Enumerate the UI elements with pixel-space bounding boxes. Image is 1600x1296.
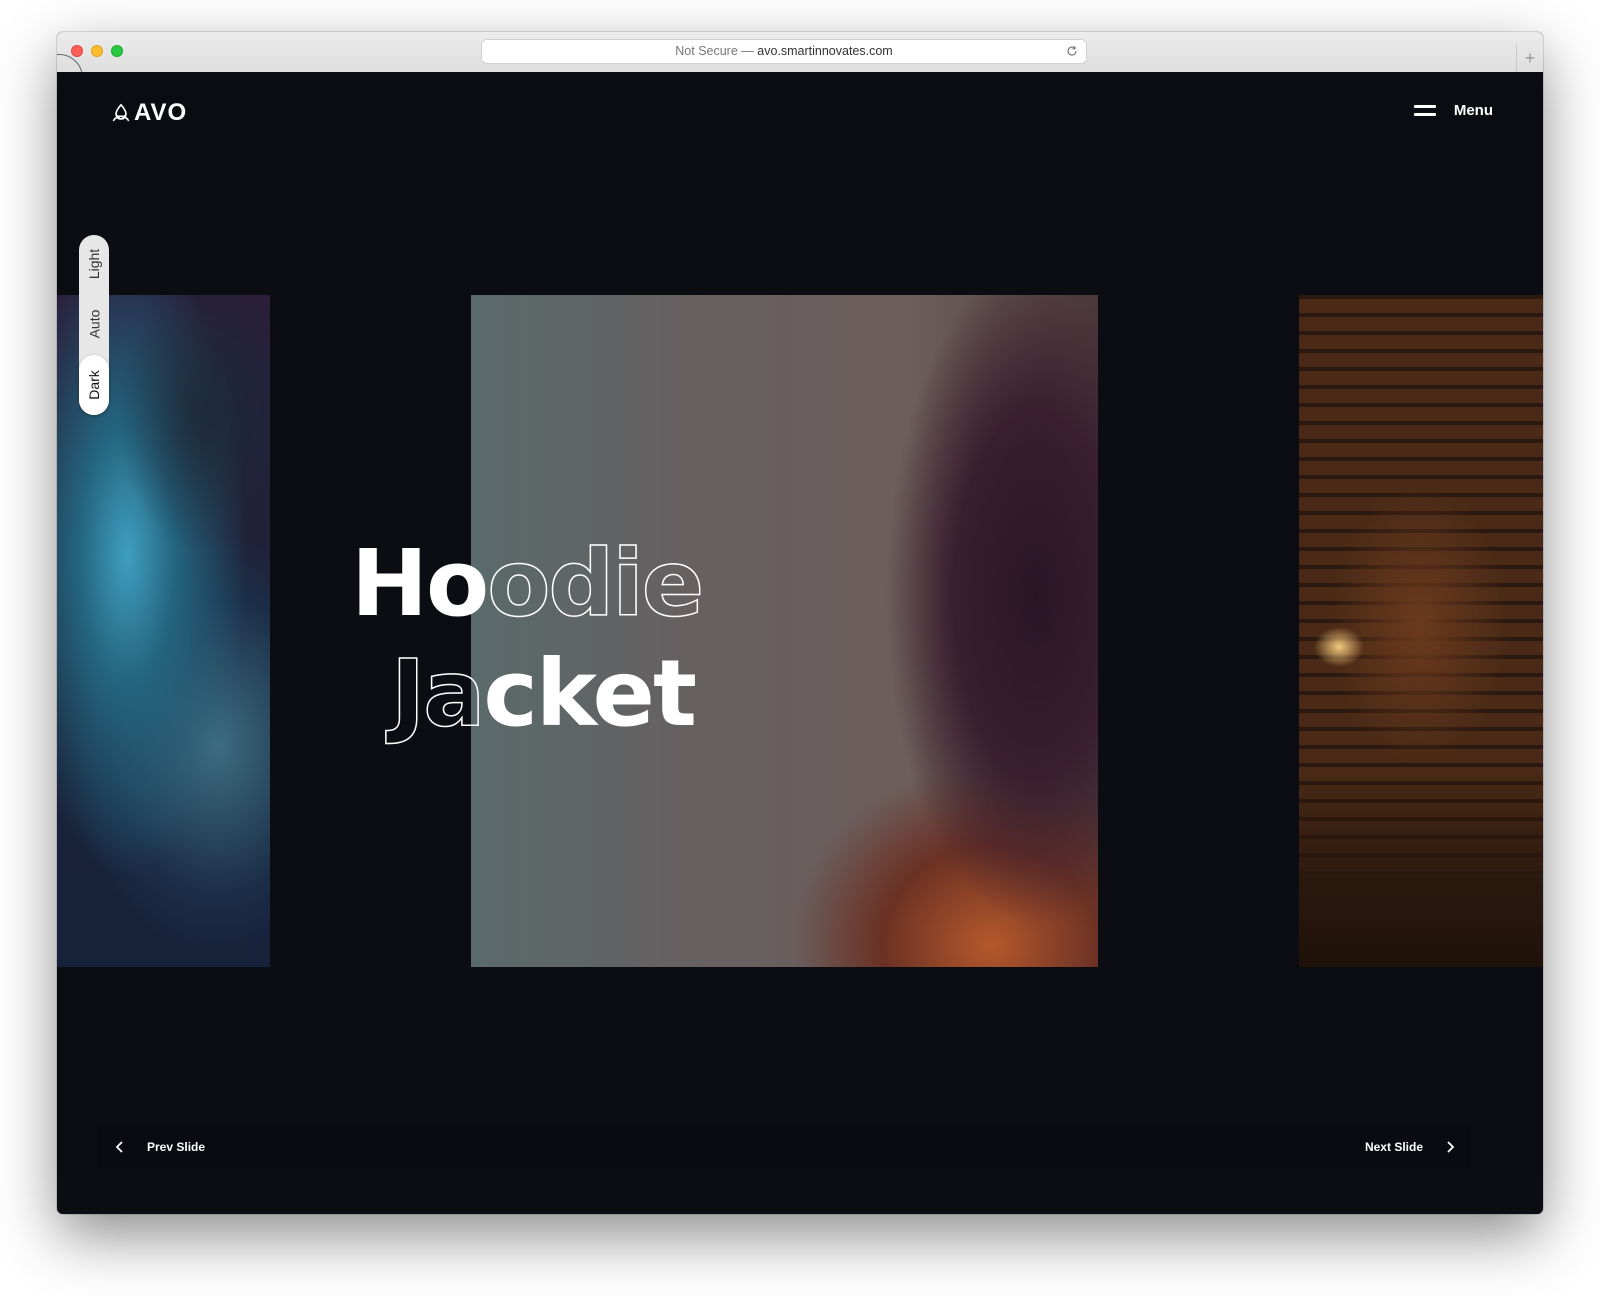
site-logo[interactable]: AVO — [110, 99, 188, 126]
theme-option-dark[interactable]: Dark — [79, 355, 109, 415]
minimize-window-button[interactable] — [91, 45, 103, 57]
next-slide-button[interactable]: Next Slide — [1365, 1140, 1455, 1154]
theme-option-light[interactable]: Light — [79, 235, 109, 293]
url-host: avo.smartinnovates.com — [757, 44, 893, 58]
triquetra-icon — [112, 103, 130, 122]
headline-solid-part: Ho — [351, 530, 489, 637]
headline-solid-part: cket — [483, 640, 697, 747]
maximize-window-button[interactable] — [111, 45, 123, 57]
headline-line-2: Jacket — [351, 639, 702, 749]
slide-headline[interactable]: Hoodie Jacket — [351, 529, 705, 749]
new-tab-button[interactable]: + — [1516, 44, 1543, 72]
chevron-right-icon — [1447, 1141, 1455, 1153]
hamburger-icon — [1413, 104, 1436, 117]
next-slide-label: Next Slide — [1364, 1140, 1423, 1154]
theme-switcher: Light Auto Dark — [79, 235, 109, 415]
menu-label: Menu — [1453, 102, 1493, 119]
slider-navigation: Prev Slide Next Slide — [97, 1124, 1471, 1170]
headline-outline-part: Ja — [390, 639, 486, 748]
security-label: Not Secure — — [675, 44, 758, 58]
menu-button[interactable]: Menu — [1413, 102, 1493, 119]
address-bar[interactable]: Not Secure — avo.smartinnovates.com — [482, 40, 1086, 63]
headline-outline-part: odie — [486, 529, 705, 638]
close-window-button[interactable] — [71, 45, 83, 57]
theme-option-auto[interactable]: Auto — [79, 295, 109, 353]
headline-line-1: Hoodie — [351, 529, 705, 639]
browser-window: Not Secure — avo.smartinnovates.com + AV… — [57, 32, 1543, 1214]
slide-library-interior[interactable] — [1299, 295, 1543, 967]
website-viewport: AVO Menu Hoodie Jacket Light Auto Dark P… — [57, 54, 1543, 1214]
prev-slide-label: Prev Slide — [147, 1140, 206, 1154]
site-header: AVO Menu — [57, 72, 1543, 152]
browser-titlebar: Not Secure — avo.smartinnovates.com + — [57, 32, 1543, 73]
logo-text: AVO — [134, 99, 188, 126]
reload-icon[interactable] — [1066, 45, 1078, 57]
chevron-left-icon — [115, 1141, 123, 1153]
prev-slide-button[interactable]: Prev Slide — [115, 1140, 205, 1154]
